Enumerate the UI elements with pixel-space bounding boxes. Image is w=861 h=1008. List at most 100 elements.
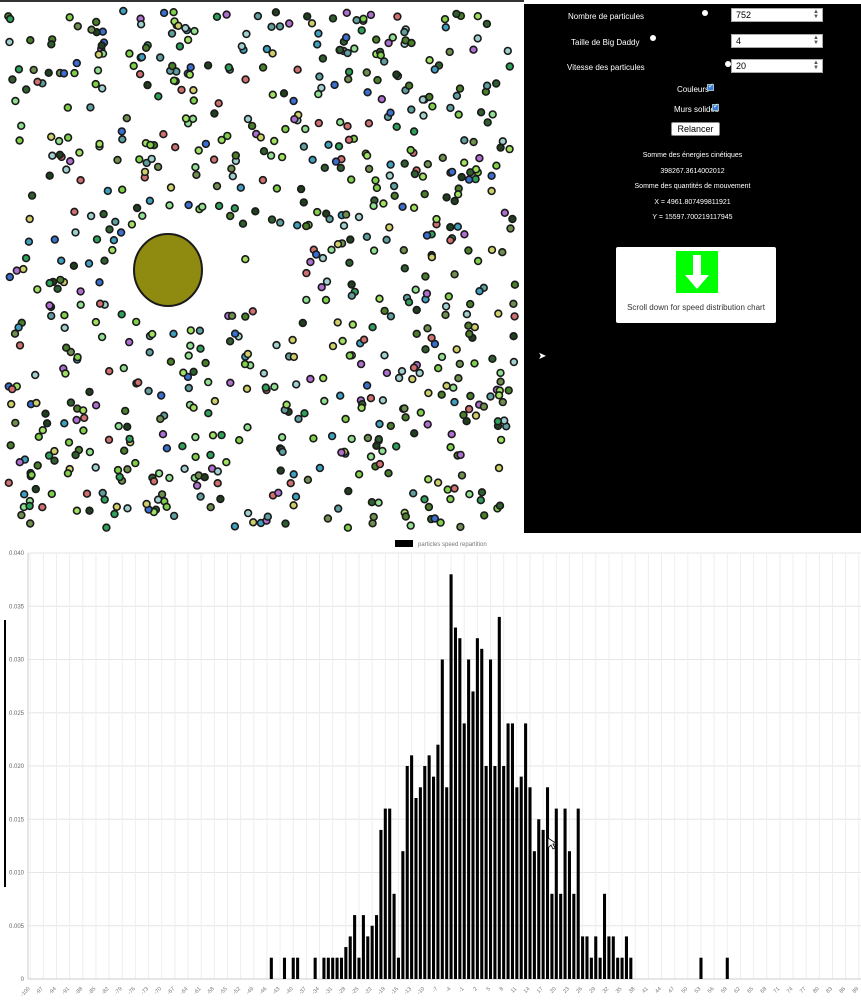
- particle: [356, 359, 366, 369]
- particle-field[interactable]: [0, 2, 524, 535]
- x-tick-label: -67: [166, 986, 176, 996]
- walls-checkbox[interactable]: [712, 102, 719, 111]
- particle: [290, 114, 299, 124]
- particle: [362, 381, 372, 390]
- particle: [92, 235, 102, 244]
- particle: [267, 22, 276, 31]
- bar: [357, 957, 361, 979]
- particle: [496, 377, 505, 386]
- particle: [17, 121, 26, 131]
- particle: [33, 77, 42, 87]
- particle: [317, 283, 326, 292]
- particle: [5, 37, 14, 47]
- particle: [377, 94, 386, 104]
- particle-canvas[interactable]: [0, 0, 524, 535]
- particle: [508, 214, 517, 224]
- x-tick-label: 65: [746, 986, 755, 995]
- particle: [464, 175, 474, 184]
- speed-input[interactable]: 20 ▲ ▼: [731, 59, 823, 73]
- bar: [282, 957, 287, 979]
- big-daddy-input[interactable]: 4 ▲ ▼: [731, 34, 823, 48]
- colors-checkbox[interactable]: [707, 82, 714, 91]
- x-tick-label: 59: [720, 986, 729, 995]
- x-tick-label: -49: [245, 986, 255, 996]
- particle: [210, 396, 220, 406]
- particle: [42, 419, 52, 428]
- particle: [460, 230, 469, 239]
- particle: [166, 357, 176, 366]
- y-tick-label: 0.005: [9, 924, 25, 930]
- particle: [140, 167, 150, 177]
- particle: [192, 481, 202, 490]
- bar: [510, 723, 514, 979]
- particle: [156, 53, 165, 62]
- chart-svg: particles speed repartition 0 0.005 0.010 0.…: [4, 540, 861, 998]
- particle: [452, 91, 462, 101]
- particle: [294, 414, 303, 424]
- particle: [279, 89, 289, 98]
- spinner-icon[interactable]: ▲ ▼: [813, 9, 819, 20]
- particle: [315, 463, 325, 473]
- spinner-icon[interactable]: ▲ ▼: [813, 60, 819, 71]
- particle: [38, 503, 47, 512]
- particle: [392, 70, 401, 79]
- particle: [188, 114, 198, 124]
- particle: [194, 146, 203, 155]
- bar: [581, 936, 585, 979]
- particle: [394, 373, 404, 383]
- particle: [401, 413, 410, 422]
- bar: [366, 936, 370, 979]
- bar: [296, 957, 300, 979]
- particle: [113, 155, 122, 165]
- particle: [470, 323, 479, 332]
- particle: [181, 23, 190, 33]
- y-tick-label: 0.030: [9, 658, 25, 664]
- particle: [498, 248, 507, 257]
- bar: [388, 808, 392, 979]
- spinner-icon[interactable]: ▲ ▼: [813, 35, 819, 46]
- particle: [125, 49, 134, 58]
- particle: [138, 211, 147, 221]
- particle: [441, 302, 451, 311]
- particle: [282, 400, 291, 409]
- legend-swatch: [395, 540, 413, 547]
- particle: [299, 198, 308, 207]
- particle: [399, 246, 408, 255]
- particle: [27, 191, 37, 200]
- particle: [258, 63, 268, 72]
- particle: [369, 246, 379, 255]
- scroll-hint-card[interactable]: Scroll down for speed distribution chart: [616, 247, 776, 323]
- particle: [385, 223, 394, 232]
- particle: [46, 132, 56, 142]
- particle: [496, 143, 505, 152]
- x-tick-label: 44: [654, 986, 663, 995]
- particle: [339, 221, 349, 230]
- particle: [430, 65, 439, 74]
- particle: [192, 170, 201, 180]
- particle: [47, 489, 56, 499]
- particle: [79, 426, 88, 435]
- speed-distribution-chart: particles speed repartition 0 0.005 0.010 0.…: [0, 535, 861, 1003]
- particle: [174, 21, 183, 30]
- particle: [15, 458, 24, 467]
- x-tick-label: -88: [74, 986, 84, 996]
- big-daddy-slider[interactable]: [650, 35, 656, 41]
- x-tick-label: 29: [589, 986, 598, 995]
- particle: [296, 184, 306, 194]
- particle: [457, 172, 466, 182]
- particle: [103, 186, 113, 196]
- particles-input[interactable]: 752 ▲ ▼: [731, 8, 823, 22]
- particle: [418, 95, 428, 104]
- particle: [302, 268, 311, 278]
- particle: [24, 237, 34, 246]
- restart-button[interactable]: Relancer: [671, 122, 720, 136]
- particle: [446, 236, 455, 245]
- bar: [401, 851, 405, 979]
- particle: [97, 41, 107, 50]
- particle: [19, 264, 28, 274]
- particle: [494, 309, 503, 318]
- particles-slider[interactable]: [702, 10, 708, 16]
- particle: [33, 461, 42, 470]
- bar: [458, 638, 462, 979]
- particle: [292, 380, 301, 389]
